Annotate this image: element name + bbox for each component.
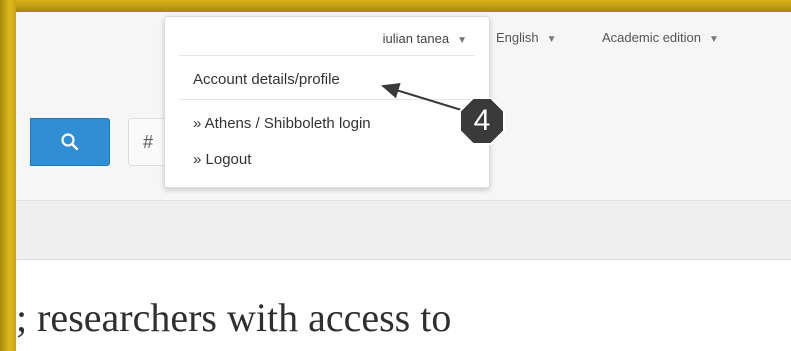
screenshot-frame-left	[0, 0, 16, 351]
step-number: 4	[473, 104, 491, 137]
screenshot-frame-top	[0, 0, 791, 12]
callout-arrow	[381, 83, 469, 113]
step-callout-badge: 4	[459, 97, 505, 145]
web-page: English ▼ Academic edition ▼ # iulian tane…	[16, 12, 791, 351]
